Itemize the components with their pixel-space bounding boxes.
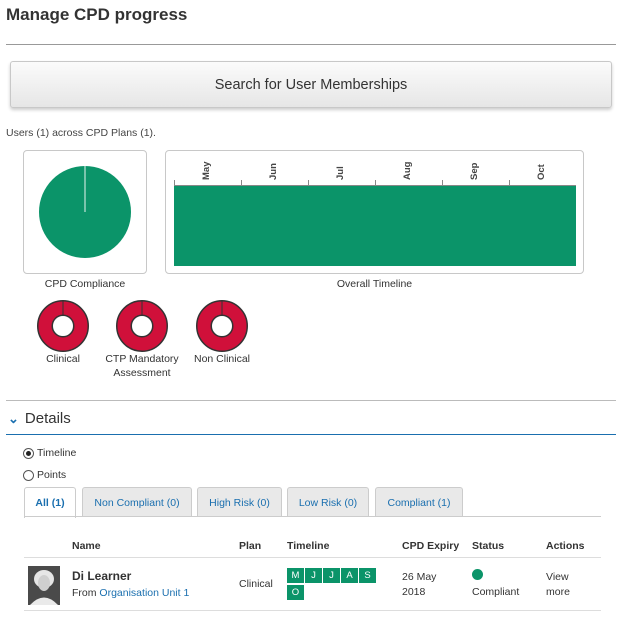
donut-label-ctp-line1: CTP Mandatory [105,353,179,365]
details-title: Details [24,410,71,427]
table-header-divider [24,557,601,558]
timeline-month-axis: May Jun Jul Aug Sep Oct [174,156,576,186]
timeline-month-label: Jun [268,163,279,180]
view-more-link[interactable]: View more [546,571,570,598]
timeline-month-may: May [174,156,241,186]
donut-label-clinical: Clinical [46,353,80,365]
avatar [28,566,60,605]
cpd-expiry-line1: 26 May [402,571,437,583]
view-option-points[interactable]: Points [23,469,66,481]
cpd-expiry-line2: 2018 [402,586,426,598]
tab-high-risk[interactable]: High Risk (0) [197,487,282,517]
compliance-pie-chart [39,166,131,258]
donut-label-ctp: CTP Mandatory Assessment [98,352,186,380]
ctp-mandatory-donut-chart[interactable] [116,300,168,352]
timeline-month-box: J [323,568,340,583]
table-row-divider [24,610,601,611]
status-text: Compliant [472,586,520,598]
timeline-month-box: S [359,568,376,583]
chevron-down-icon: ⌄ [8,410,19,426]
timeline-month-jul: Jul [308,156,375,186]
tabs-baseline [24,516,601,517]
compliance-caption: CPD Compliance [44,278,126,290]
timeline-month-oct: Oct [509,156,576,186]
tab-all[interactable]: All (1) [24,487,76,518]
clinical-donut-chart[interactable] [37,300,89,352]
column-header-cpd-expiry: CPD Expiry [402,540,460,552]
timeline-caption: Overall Timeline [336,278,413,290]
view-option-label: Points [37,469,67,481]
timeline-month-label: May [201,161,212,180]
column-header-name: Name [72,540,101,552]
user-name-link[interactable]: Di Learner [72,569,131,583]
column-header-timeline: Timeline [287,540,330,552]
user-photo [28,566,60,605]
page-title: Manage CPD progress [6,5,188,24]
summary-text: Users (1) across CPD Plans (1). [6,127,156,139]
donut-label-non-clinical: Non Clinical [193,353,251,365]
view-option-timeline[interactable]: Timeline [23,447,76,459]
timeline-month-jun: Jun [241,156,308,186]
timeline-bar [174,186,576,266]
timeline-month-sep: Sep [442,156,509,186]
timeline-month-label: Aug [402,161,413,180]
timeline-month-box: O [287,585,304,600]
radio-selected-icon[interactable] [23,447,34,459]
search-memberships-button[interactable]: Search for User Memberships [10,61,612,108]
details-underline [6,434,616,435]
user-org-prefix: From [72,587,97,599]
plan-link[interactable]: Clinical [239,578,273,590]
timeline-month-label: Jul [335,166,346,180]
user-org: From Organisation Unit 1 [72,587,189,599]
title-divider [6,44,616,45]
timeline-month-aug: Aug [375,156,442,186]
cpd-expiry-date: 26 May 2018 [402,571,436,598]
compliance-chart-panel [23,150,147,274]
details-top-divider [6,400,616,401]
column-header-status: Status [472,540,505,552]
timeline-month-box: A [341,568,358,583]
column-header-actions: Actions [546,540,585,552]
donut-label-ctp-line2: Assessment [113,367,171,379]
tab-non-compliant[interactable]: Non Compliant (0) [82,487,192,517]
status-dot-icon [472,569,483,580]
details-toggle[interactable]: ⌄ Details [8,410,71,427]
non-clinical-donut-chart[interactable] [196,300,248,352]
view-option-label: Timeline [37,447,77,459]
org-unit-link[interactable]: Organisation Unit 1 [99,587,189,599]
tab-low-risk[interactable]: Low Risk (0) [287,487,369,517]
tab-compliant[interactable]: Compliant (1) [375,487,463,517]
timeline-month-label: Sep [469,162,480,180]
timeline-month-box: J [305,568,322,583]
view-more-line2: more [546,586,570,598]
view-more-line1: View [546,571,569,583]
timeline-month-box: M [287,568,304,583]
timeline-month-label: Oct [536,164,547,180]
column-header-plan: Plan [239,540,262,552]
radio-unselected-icon[interactable] [23,469,34,481]
